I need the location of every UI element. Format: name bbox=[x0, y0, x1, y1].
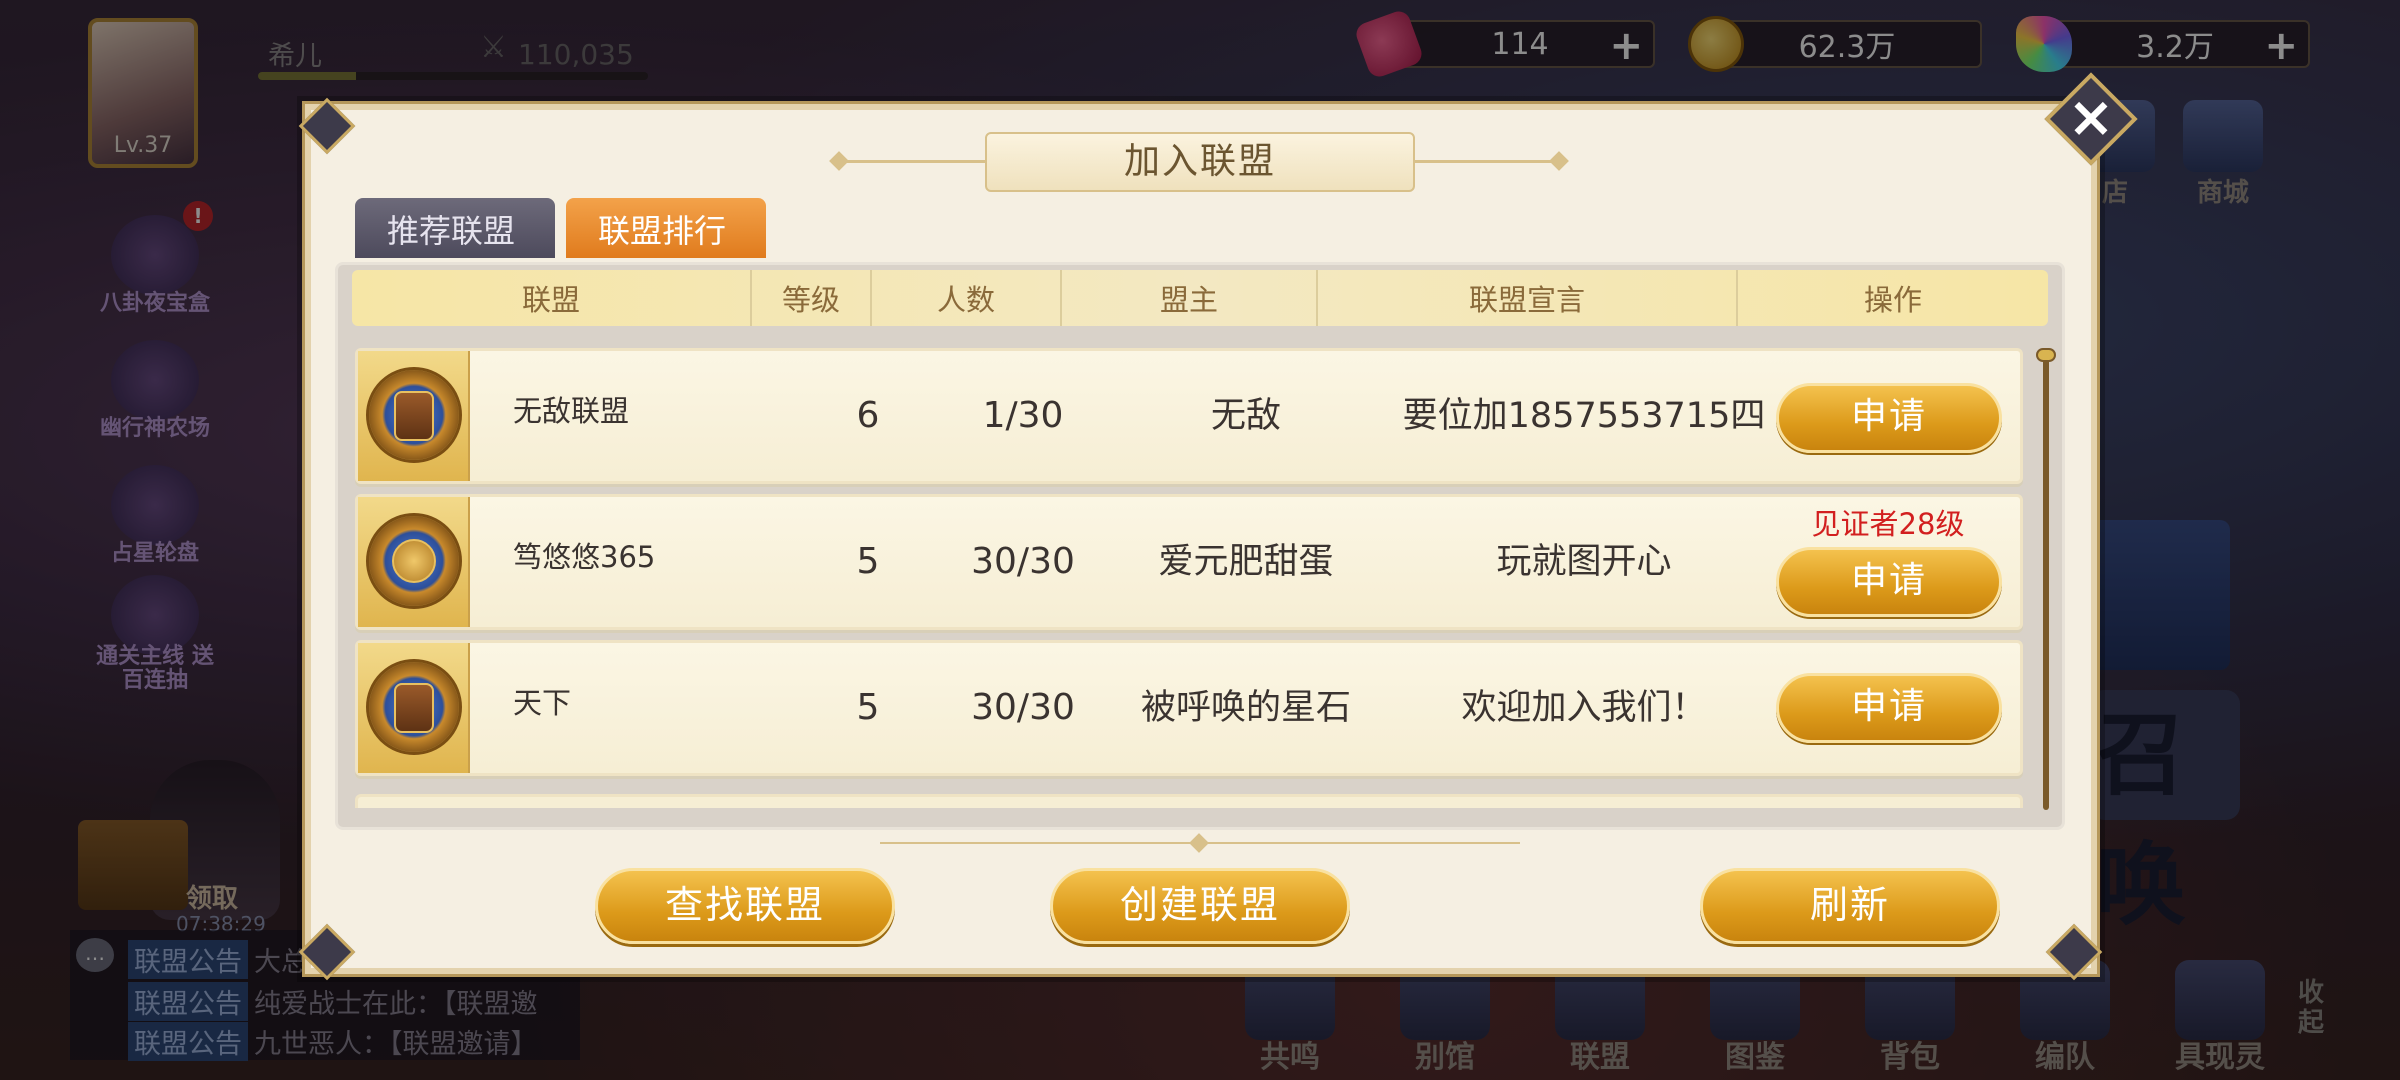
column-header: 等级 bbox=[752, 270, 872, 326]
scrollbar[interactable] bbox=[2043, 350, 2049, 810]
alliance-manifesto: 玩就图开心 bbox=[1496, 542, 1672, 582]
clock-emblem-icon bbox=[358, 643, 470, 773]
table-row: 无敌联盟 6 1/30 无敌 要位加1857553715四 申请 bbox=[355, 348, 2023, 484]
alliance-level: 6 bbox=[856, 395, 880, 436]
alliance-leader: 爱元肥甜蛋 bbox=[1158, 542, 1334, 582]
alliance-name: 笃悠悠365 bbox=[513, 540, 656, 574]
scrollbar-thumb[interactable] bbox=[2036, 348, 2056, 362]
alliance-level: 5 bbox=[856, 541, 880, 582]
apply-button[interactable]: 申请 bbox=[1776, 673, 2002, 743]
globe-emblem-icon bbox=[358, 497, 470, 627]
title-divider bbox=[1415, 160, 1560, 163]
table-row: 笃悠悠365 5 30/30 爱元肥甜蛋 玩就图开心 见证者28级 申请 bbox=[355, 494, 2023, 630]
alliance-leader: 无敌 bbox=[1210, 396, 1281, 436]
column-header: 操作 bbox=[1863, 283, 1922, 317]
join-requirement: 见证者28级 bbox=[1811, 507, 1965, 541]
alliance-members: 30/30 bbox=[971, 687, 1075, 728]
alliance-name: 无敌联盟 bbox=[513, 394, 630, 428]
alliance-members: 1/30 bbox=[982, 395, 1064, 436]
apply-button[interactable]: 申请 bbox=[1776, 383, 2002, 453]
create-alliance-button[interactable]: 创建联盟 bbox=[1050, 868, 1350, 944]
tab-alliance-ranking[interactable]: 联盟排行 bbox=[566, 198, 766, 258]
table-row: 天下 5 30/30 被呼唤的星石 欢迎加入我们！ 申请 bbox=[355, 640, 2023, 776]
find-alliance-button[interactable]: 查找联盟 bbox=[595, 868, 895, 944]
tab-recommended-alliances[interactable]: 推荐联盟 bbox=[355, 198, 555, 258]
column-header: 联盟 bbox=[352, 270, 752, 326]
close-icon: × bbox=[2067, 85, 2115, 150]
clock-emblem-icon bbox=[358, 351, 470, 481]
table-header: 联盟 等级 人数 盟主 联盟宣言 操作 bbox=[352, 270, 2048, 326]
table-row-partial bbox=[355, 794, 2023, 808]
title-divider bbox=[840, 160, 985, 163]
alliance-leader: 被呼唤的星石 bbox=[1140, 688, 1351, 728]
column-header: 人数 bbox=[872, 270, 1062, 326]
alliance-level: 5 bbox=[856, 687, 880, 728]
column-header: 联盟宣言 bbox=[1318, 270, 1738, 326]
alliance-manifesto: 欢迎加入我们！ bbox=[1461, 688, 1707, 728]
refresh-button[interactable]: 刷新 bbox=[1700, 868, 2000, 944]
dialog-title: 加入联盟 bbox=[985, 132, 1415, 192]
column-header: 盟主 bbox=[1062, 270, 1318, 326]
alliance-name: 天下 bbox=[513, 686, 572, 720]
alliance-manifesto: 要位加1857553715四 bbox=[1402, 396, 1766, 436]
alliance-members: 30/30 bbox=[971, 541, 1075, 582]
apply-button[interactable]: 申请 bbox=[1776, 547, 2002, 617]
